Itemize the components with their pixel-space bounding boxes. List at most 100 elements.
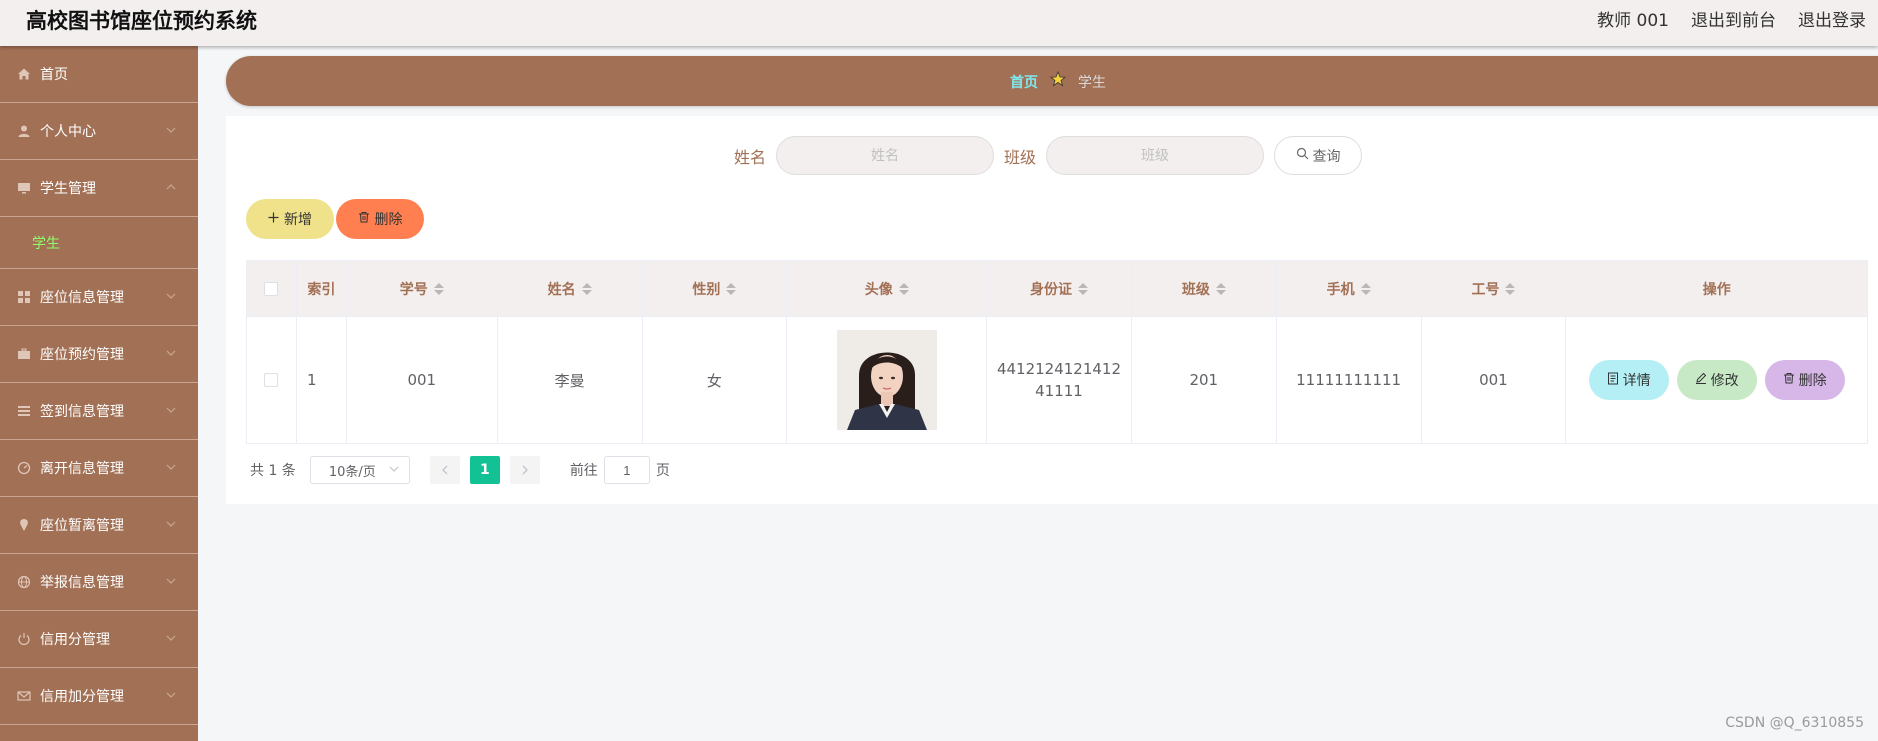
select-all-checkbox[interactable]	[264, 281, 279, 296]
sidebar-item-seat-temp-leave[interactable]: 座位暂离管理	[0, 497, 198, 554]
document-icon	[1607, 372, 1619, 389]
breadcrumb-home[interactable]: 首页	[1010, 72, 1038, 92]
cell-operations: 详情 修改 删除	[1566, 317, 1867, 443]
sidebar-item-home[interactable]: 首页	[0, 46, 198, 103]
sort-icon[interactable]	[898, 282, 909, 295]
logout-link[interactable]: 退出登录	[1798, 6, 1866, 31]
chevron-down-icon	[389, 463, 399, 478]
query-button-label: 查询	[1312, 148, 1341, 165]
class-search-input[interactable]	[1046, 136, 1265, 175]
student-table: 索引 学号 姓名 性别 头像 身份证 班级 手机 工号 操作 1 001 李曼 …	[246, 260, 1868, 444]
pin-icon	[16, 518, 31, 533]
detail-button-label: 详情	[1622, 373, 1651, 389]
breadcrumb-inner: 首页 学生	[1010, 70, 1106, 92]
avatar[interactable]	[836, 330, 937, 430]
cell-gender: 女	[643, 317, 788, 443]
class-search-label: 班级	[1004, 147, 1037, 167]
sidebar-item-label: 座位暂离管理	[40, 518, 124, 534]
sort-icon[interactable]	[433, 282, 444, 295]
next-page-button[interactable]	[509, 456, 540, 484]
header-class[interactable]: 班级	[1132, 261, 1277, 316]
sidebar-item-credit-score[interactable]: 信用分管理	[0, 611, 198, 668]
home-icon	[16, 67, 31, 82]
header-id-card[interactable]: 身份证	[987, 261, 1132, 316]
delete-button-label: 删除	[374, 212, 403, 228]
detail-button[interactable]: 详情	[1588, 360, 1669, 400]
chevron-down-icon	[166, 519, 176, 529]
row-delete-button[interactable]: 删除	[1764, 360, 1845, 400]
sidebar-item-label: 首页	[40, 67, 68, 83]
header-label: 头像	[864, 281, 893, 298]
header-student-no[interactable]: 学号	[347, 261, 498, 316]
header-label: 姓名	[547, 281, 576, 298]
power-icon	[16, 632, 31, 647]
batch-delete-button[interactable]: 删除	[336, 199, 424, 239]
sort-icon[interactable]	[1505, 282, 1516, 295]
cell-index: 1	[297, 317, 347, 443]
goto-prefix: 前往	[569, 463, 598, 479]
sidebar-item-credit-bonus[interactable]: 信用加分管理	[0, 668, 198, 725]
select-all-cell	[247, 261, 297, 316]
user-icon	[16, 124, 31, 139]
sidebar-item-personal-center[interactable]: 个人中心	[0, 103, 198, 160]
list-icon	[16, 404, 31, 419]
header-name[interactable]: 姓名	[498, 261, 643, 316]
chevron-down-icon	[166, 462, 176, 472]
sidebar-item-student[interactable]: 学生	[0, 217, 198, 269]
header-gender[interactable]: 性别	[643, 261, 788, 316]
sidebar-item-label: 离开信息管理	[40, 461, 124, 477]
header-work-no[interactable]: 工号	[1422, 261, 1567, 316]
sidebar-item-leave-info[interactable]: 离开信息管理	[0, 440, 198, 497]
sidebar-item-label: 学生管理	[40, 181, 96, 197]
header-label: 工号	[1471, 281, 1500, 298]
content-card: 姓名 班级 查询 新增 删除 索引 学号 姓名	[226, 116, 1878, 504]
row-select-cell	[247, 317, 297, 443]
briefcase-icon	[16, 347, 31, 362]
app-title: 高校图书馆座位预约系统	[26, 9, 257, 33]
plus-icon	[268, 211, 279, 227]
trash-icon	[1783, 372, 1795, 388]
page-size-select[interactable]: 10条/页	[309, 456, 410, 484]
goto-page-input[interactable]	[603, 456, 650, 484]
mail-icon	[16, 689, 31, 704]
sort-icon[interactable]	[581, 282, 592, 295]
sidebar-item-label: 信用加分管理	[40, 689, 124, 705]
header-label: 学号	[399, 281, 428, 298]
back-to-front-link[interactable]: 退出到前台	[1691, 6, 1776, 31]
sidebar-item-checkin-info[interactable]: 签到信息管理	[0, 383, 198, 440]
sort-icon[interactable]	[1360, 282, 1371, 295]
sidebar-item-seat-info[interactable]: 座位信息管理	[0, 269, 198, 326]
cell-class: 201	[1132, 317, 1277, 443]
gauge-icon	[16, 461, 31, 476]
add-button-label: 新增	[284, 212, 312, 228]
sidebar-item-label: 信用分管理	[40, 632, 110, 648]
row-checkbox[interactable]	[264, 373, 279, 387]
header-actions: 教师 001 退出到前台 退出登录	[1597, 6, 1866, 31]
add-button[interactable]: 新增	[246, 199, 334, 239]
query-button[interactable]: 查询	[1274, 136, 1363, 175]
header-operation: 操作	[1702, 281, 1731, 298]
name-search-input[interactable]	[776, 136, 995, 175]
current-user: 教师 001	[1597, 11, 1669, 31]
sidebar-item-seat-reservation[interactable]: 座位预约管理	[0, 326, 198, 383]
chevron-down-icon	[166, 348, 176, 358]
top-header: 高校图书馆座位预约系统 教师 001 退出到前台 退出登录	[0, 0, 1878, 46]
sort-icon[interactable]	[1078, 282, 1088, 295]
header-phone[interactable]: 手机	[1277, 261, 1422, 316]
search-bar: 姓名 班级 查询	[734, 136, 1363, 175]
breadcrumb-current: 学生	[1078, 74, 1106, 91]
prev-page-button[interactable]	[429, 456, 460, 484]
cell-id-card: 441212412141241111	[987, 317, 1132, 443]
header-avatar[interactable]: 头像	[787, 261, 988, 316]
header-label: 手机	[1326, 281, 1355, 298]
sort-icon[interactable]	[726, 282, 737, 295]
edit-button[interactable]: 修改	[1676, 360, 1757, 400]
sidebar-item-label: 个人中心	[40, 124, 96, 140]
sidebar-item-student-management[interactable]: 学生管理	[0, 160, 198, 217]
page-number-current[interactable]: 1	[469, 456, 500, 484]
sort-icon[interactable]	[1215, 282, 1226, 295]
sidebar-item-report-info[interactable]: 举报信息管理	[0, 554, 198, 611]
header-label: 班级	[1181, 281, 1210, 298]
sidebar-item-label: 举报信息管理	[40, 575, 124, 591]
chevron-right-icon	[522, 465, 528, 475]
